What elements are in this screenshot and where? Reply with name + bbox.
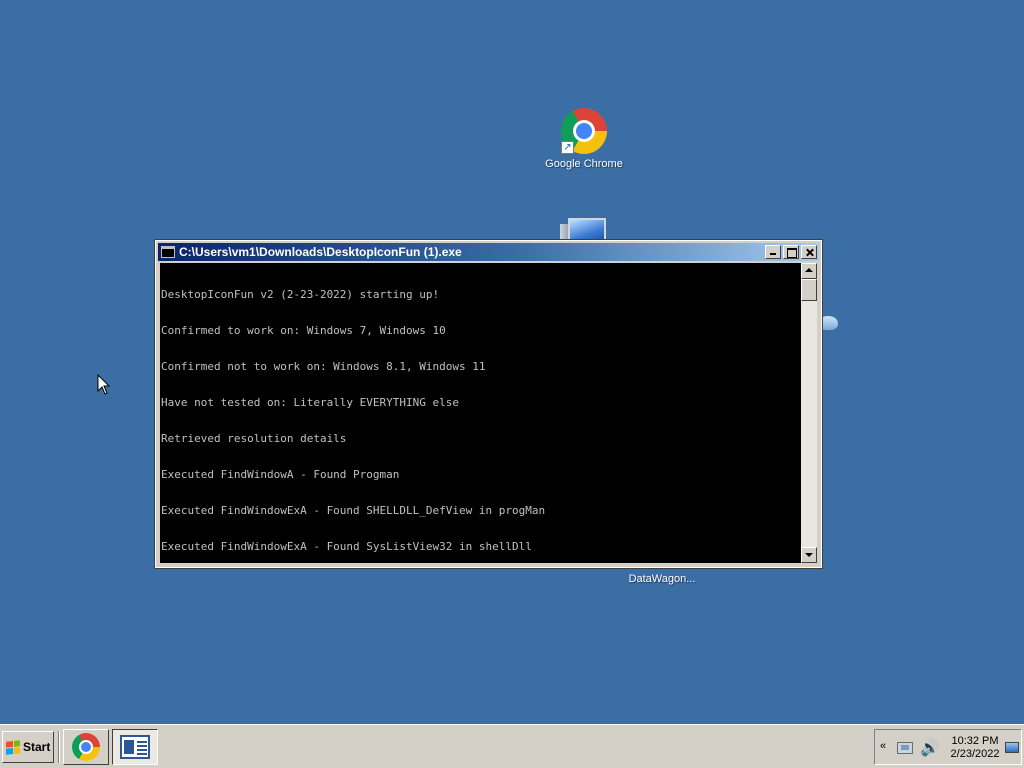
taskbar-button-console[interactable] bbox=[112, 729, 158, 765]
clock-date: 2/23/2022 bbox=[950, 748, 1000, 760]
desktop-icon-label: DataWagon... bbox=[628, 573, 696, 585]
windows-logo-icon bbox=[6, 739, 20, 755]
scroll-down-button[interactable] bbox=[801, 547, 817, 563]
clock-time: 10:32 PM bbox=[951, 735, 999, 747]
console-app-icon bbox=[161, 246, 175, 258]
chrome-icon bbox=[72, 733, 100, 761]
taskbar-separator bbox=[58, 731, 60, 763]
shortcut-arrow-icon: ↗ bbox=[561, 141, 574, 154]
start-button[interactable]: Start bbox=[2, 731, 54, 763]
taskbar: Start « 🔊 10:32 PM 2/23/2022 bbox=[0, 724, 1024, 768]
console-line: Executed FindWindowExA - Found SHELLDLL_… bbox=[161, 504, 546, 517]
scroll-thumb[interactable] bbox=[801, 279, 817, 301]
console-line: Retrieved resolution details bbox=[161, 432, 347, 445]
console-lines: DesktopIconFun v2 (2-23-2022) starting u… bbox=[160, 263, 801, 563]
console-line: Executed FindWindowA - Found Progman bbox=[161, 468, 400, 481]
vertical-scrollbar[interactable] bbox=[801, 263, 817, 563]
title-bar[interactable]: C:\Users\vm1\Downloads\DesktopIconFun (1… bbox=[158, 243, 819, 261]
console-line: Confirmed not to work on: Windows 8.1, W… bbox=[161, 360, 486, 373]
close-button[interactable] bbox=[801, 245, 817, 259]
desktop-icon-datawagon[interactable]: DataWagon... bbox=[612, 573, 712, 585]
monitor-icon-part bbox=[568, 218, 606, 242]
network-tray-icon[interactable] bbox=[897, 742, 913, 754]
scroll-up-button[interactable] bbox=[801, 263, 817, 279]
volume-icon[interactable]: 🔊 bbox=[920, 738, 940, 758]
mouse-pointer-icon bbox=[97, 374, 111, 395]
taskbar-button-chrome[interactable] bbox=[63, 729, 109, 765]
console-line: DesktopIconFun v2 (2-23-2022) starting u… bbox=[161, 288, 440, 301]
start-label: Start bbox=[23, 740, 51, 754]
console-window[interactable]: C:\Users\vm1\Downloads\DesktopIconFun (1… bbox=[154, 239, 823, 569]
chrome-icon: ↗ bbox=[561, 108, 607, 154]
show-desktop-icon[interactable] bbox=[1005, 742, 1019, 753]
console-line: Have not tested on: Literally EVERYTHING… bbox=[161, 396, 460, 409]
clock[interactable]: 10:32 PM 2/23/2022 bbox=[947, 735, 1003, 761]
show-hidden-icons-chevron-icon[interactable]: « bbox=[880, 740, 886, 752]
system-tray: « 🔊 10:32 PM 2/23/2022 bbox=[874, 729, 1022, 765]
console-output[interactable]: DesktopIconFun v2 (2-23-2022) starting u… bbox=[160, 263, 801, 563]
maximize-button[interactable] bbox=[783, 245, 799, 259]
window-title: C:\Users\vm1\Downloads\DesktopIconFun (1… bbox=[179, 245, 462, 259]
console-line: Executed FindWindowExA - Found SysListVi… bbox=[161, 540, 532, 553]
window-controls bbox=[763, 245, 817, 259]
desktop-icon-google-chrome[interactable]: ↗ Google Chrome bbox=[539, 108, 629, 170]
console-line: Confirmed to work on: Windows 7, Windows… bbox=[161, 324, 446, 337]
minimize-button[interactable] bbox=[765, 245, 781, 259]
computer-icon[interactable] bbox=[560, 216, 608, 242]
console-window-icon bbox=[120, 735, 150, 759]
desktop-icon-label: Google Chrome bbox=[545, 158, 623, 170]
